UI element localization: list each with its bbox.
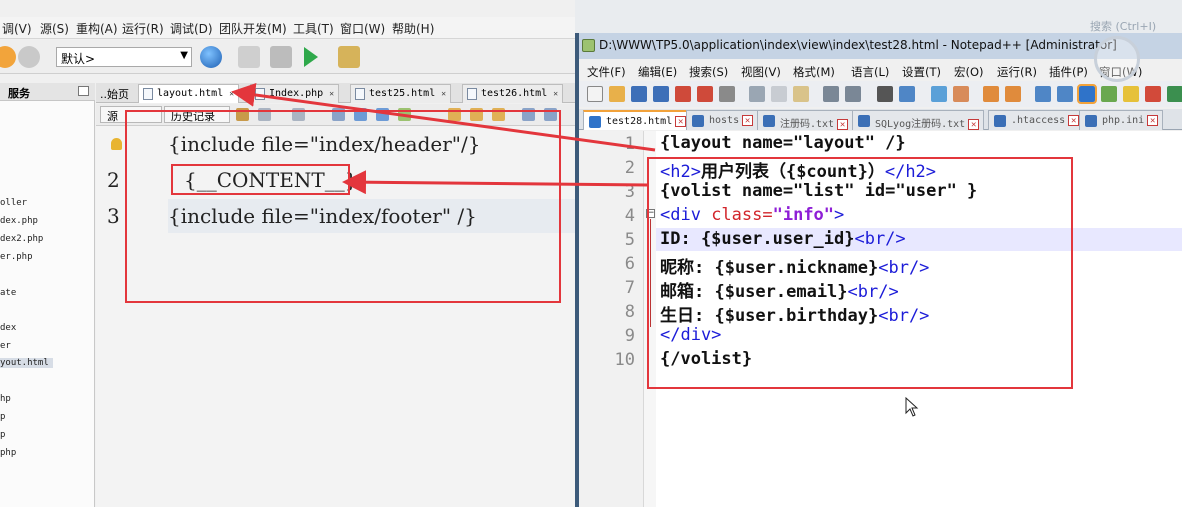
mouse-pointer-icon [905,397,919,417]
arrow-to-content [342,170,649,195]
arrow-to-layout-tab [231,82,656,152]
annotation-arrows [231,82,656,195]
